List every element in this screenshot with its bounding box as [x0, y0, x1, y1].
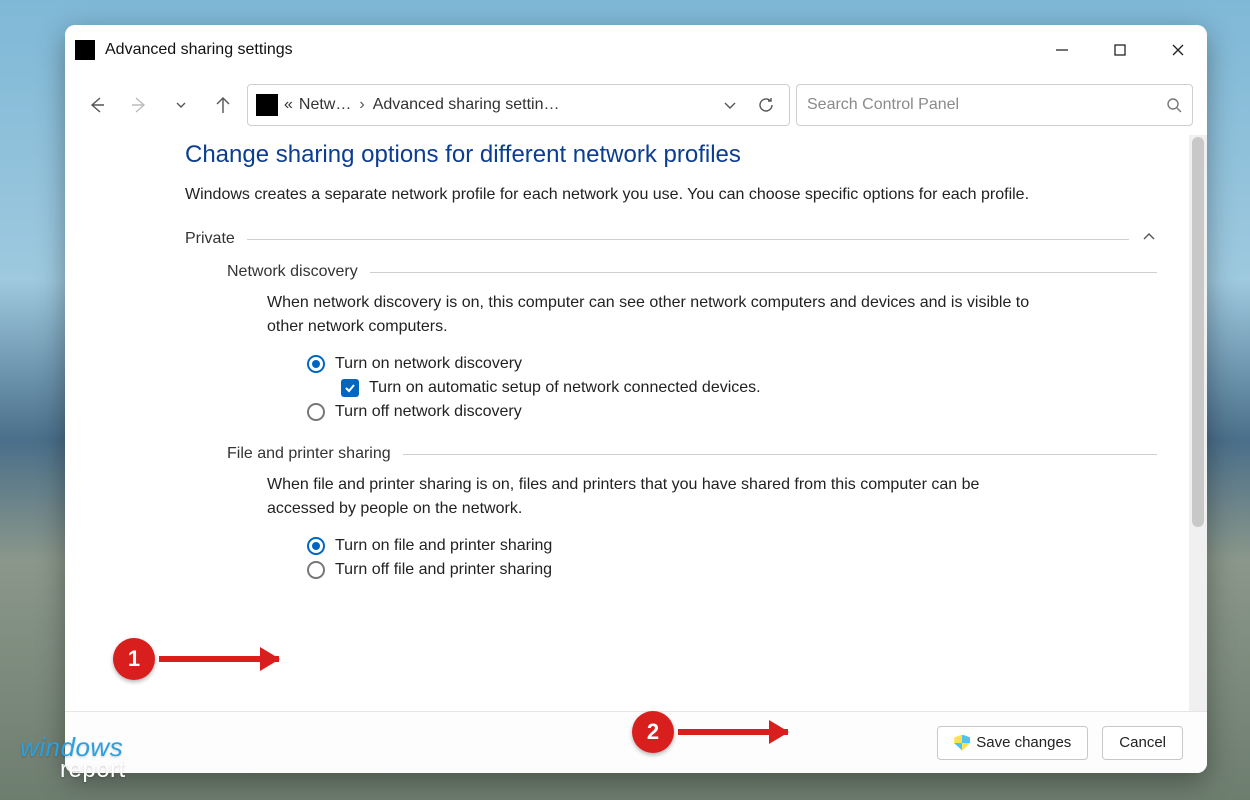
scrollbar[interactable] — [1189, 135, 1207, 711]
radio-label: Turn off file and printer sharing — [335, 561, 552, 579]
button-label: Cancel — [1119, 734, 1166, 751]
nav-row: « Netw… Advanced sharing settin… Search … — [65, 75, 1207, 135]
shield-icon — [954, 735, 970, 751]
page-title: Change sharing options for different net… — [185, 141, 1157, 169]
radio-label: Turn on file and printer sharing — [335, 537, 552, 555]
watermark: windows report — [20, 735, 126, 782]
watermark-line2: report — [60, 759, 126, 782]
save-changes-button[interactable]: Save changes — [937, 726, 1088, 760]
location-icon — [256, 94, 278, 116]
control-panel-window: Advanced sharing settings « Netw… — [65, 25, 1207, 773]
subsection-label: File and printer sharing — [227, 445, 391, 463]
cancel-button[interactable]: Cancel — [1102, 726, 1183, 760]
file-printer-description: When file and printer sharing is on, fil… — [267, 473, 1037, 521]
footer: Save changes Cancel — [65, 711, 1207, 773]
breadcrumb-separator-icon — [357, 96, 366, 114]
scrollbar-thumb[interactable] — [1192, 137, 1204, 527]
radio-file-printer-off[interactable]: Turn off file and printer sharing — [307, 561, 1157, 579]
breadcrumb-overflow: « — [284, 96, 293, 114]
app-icon — [75, 40, 95, 60]
subsection-label: Network discovery — [227, 263, 358, 281]
breadcrumb-item[interactable]: Advanced sharing settin… — [373, 96, 560, 114]
divider — [247, 239, 1129, 240]
back-button[interactable] — [79, 87, 115, 123]
titlebar: Advanced sharing settings — [65, 25, 1207, 75]
checkbox-icon — [341, 379, 359, 397]
radio-label: Turn off network discovery — [335, 403, 522, 421]
radio-icon — [307, 355, 325, 373]
search-placeholder: Search Control Panel — [807, 96, 1166, 114]
up-button[interactable] — [205, 87, 241, 123]
refresh-button[interactable] — [751, 96, 781, 114]
search-icon — [1166, 97, 1182, 113]
radio-icon — [307, 537, 325, 555]
button-label: Save changes — [976, 734, 1071, 751]
close-button[interactable] — [1149, 25, 1207, 75]
history-dropdown-button[interactable] — [163, 87, 199, 123]
radio-network-discovery-on[interactable]: Turn on network discovery — [307, 355, 1157, 373]
search-input[interactable]: Search Control Panel — [796, 84, 1193, 126]
checkbox-auto-setup[interactable]: Turn on automatic setup of network conne… — [341, 379, 1157, 397]
maximize-button[interactable] — [1091, 25, 1149, 75]
breadcrumb-item[interactable]: Netw… — [299, 96, 351, 114]
radio-network-discovery-off[interactable]: Turn off network discovery — [307, 403, 1157, 421]
content-area: Change sharing options for different net… — [65, 135, 1189, 711]
forward-button[interactable] — [121, 87, 157, 123]
divider — [370, 272, 1157, 273]
address-dropdown-button[interactable] — [715, 97, 745, 113]
radio-file-printer-on[interactable]: Turn on file and printer sharing — [307, 537, 1157, 555]
minimize-button[interactable] — [1033, 25, 1091, 75]
divider — [403, 454, 1157, 455]
radio-icon — [307, 403, 325, 421]
window-title: Advanced sharing settings — [105, 41, 1033, 59]
radio-icon — [307, 561, 325, 579]
checkbox-label: Turn on automatic setup of network conne… — [369, 379, 761, 397]
network-discovery-subsection: Network discovery When network discovery… — [227, 263, 1157, 421]
section-label: Private — [185, 230, 235, 248]
network-discovery-description: When network discovery is on, this compu… — [267, 291, 1037, 339]
private-section-header[interactable]: Private — [185, 229, 1157, 249]
file-printer-subsection: File and printer sharing When file and p… — [227, 445, 1157, 579]
address-bar[interactable]: « Netw… Advanced sharing settin… — [247, 84, 790, 126]
page-description: Windows creates a separate network profi… — [185, 183, 1055, 207]
radio-label: Turn on network discovery — [335, 355, 522, 373]
chevron-up-icon — [1141, 229, 1157, 249]
